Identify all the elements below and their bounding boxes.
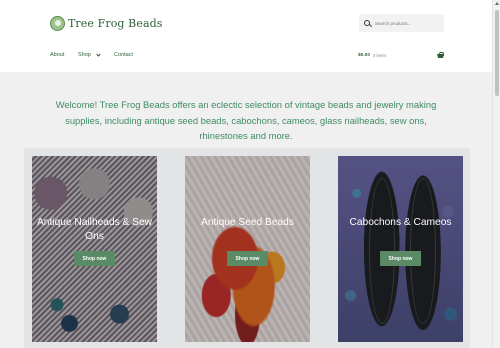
image-overlay [32,156,157,342]
nav-item-contact[interactable]: Contact [114,52,133,58]
cart-summary[interactable]: $0.00 0 items [358,52,444,58]
nav-label: Contact [114,52,133,58]
nav-item-about[interactable]: About [50,52,78,58]
vertical-scrollbar[interactable] [492,0,500,348]
nav-item-shop[interactable]: Shop [78,52,114,58]
nav-label: About [50,52,65,58]
scrollbar-thumb[interactable] [495,10,499,96]
scroll-up-arrow-icon[interactable] [495,2,499,5]
site-logo[interactable]: Tree Frog Beads [50,16,163,31]
category-title: Antique Seed Beads [201,217,294,228]
logo-text: Tree Frog Beads [68,17,163,30]
chevron-down-icon [96,52,101,57]
cart-total: $0.00 [358,53,371,58]
shop-now-button[interactable]: Shop now [226,251,269,266]
basket-icon[interactable] [437,52,444,58]
search-input[interactable] [374,20,444,26]
frog-logo-icon [50,16,65,31]
image-overlay [185,156,310,342]
shop-now-button[interactable]: Shop now [73,251,116,266]
site-header: Tree Frog Beads About Shop Contact $0.00… [0,0,492,72]
welcome-message: Welcome! Tree Frog Beads offers an eclec… [55,99,437,141]
search-box [359,14,444,32]
search-icon[interactable] [364,19,371,27]
primary-nav: About Shop Contact [50,52,133,58]
cart-item-count: 0 items [373,53,387,58]
category-title: Antique Nailheads & Sew Ons [37,217,152,242]
category-title: Cabochons & Cameos [349,217,452,228]
category-card-nailheads[interactable]: Antique Nailheads & Sew Ons Shop now [32,156,157,342]
category-card-cabochons[interactable]: Cabochons & Cameos Shop now [338,156,463,342]
image-overlay [338,156,463,342]
shop-now-button[interactable]: Shop now [379,251,422,266]
nav-label: Shop [78,52,91,58]
category-card-seed-beads[interactable]: Antique Seed Beads Shop now [185,156,310,342]
